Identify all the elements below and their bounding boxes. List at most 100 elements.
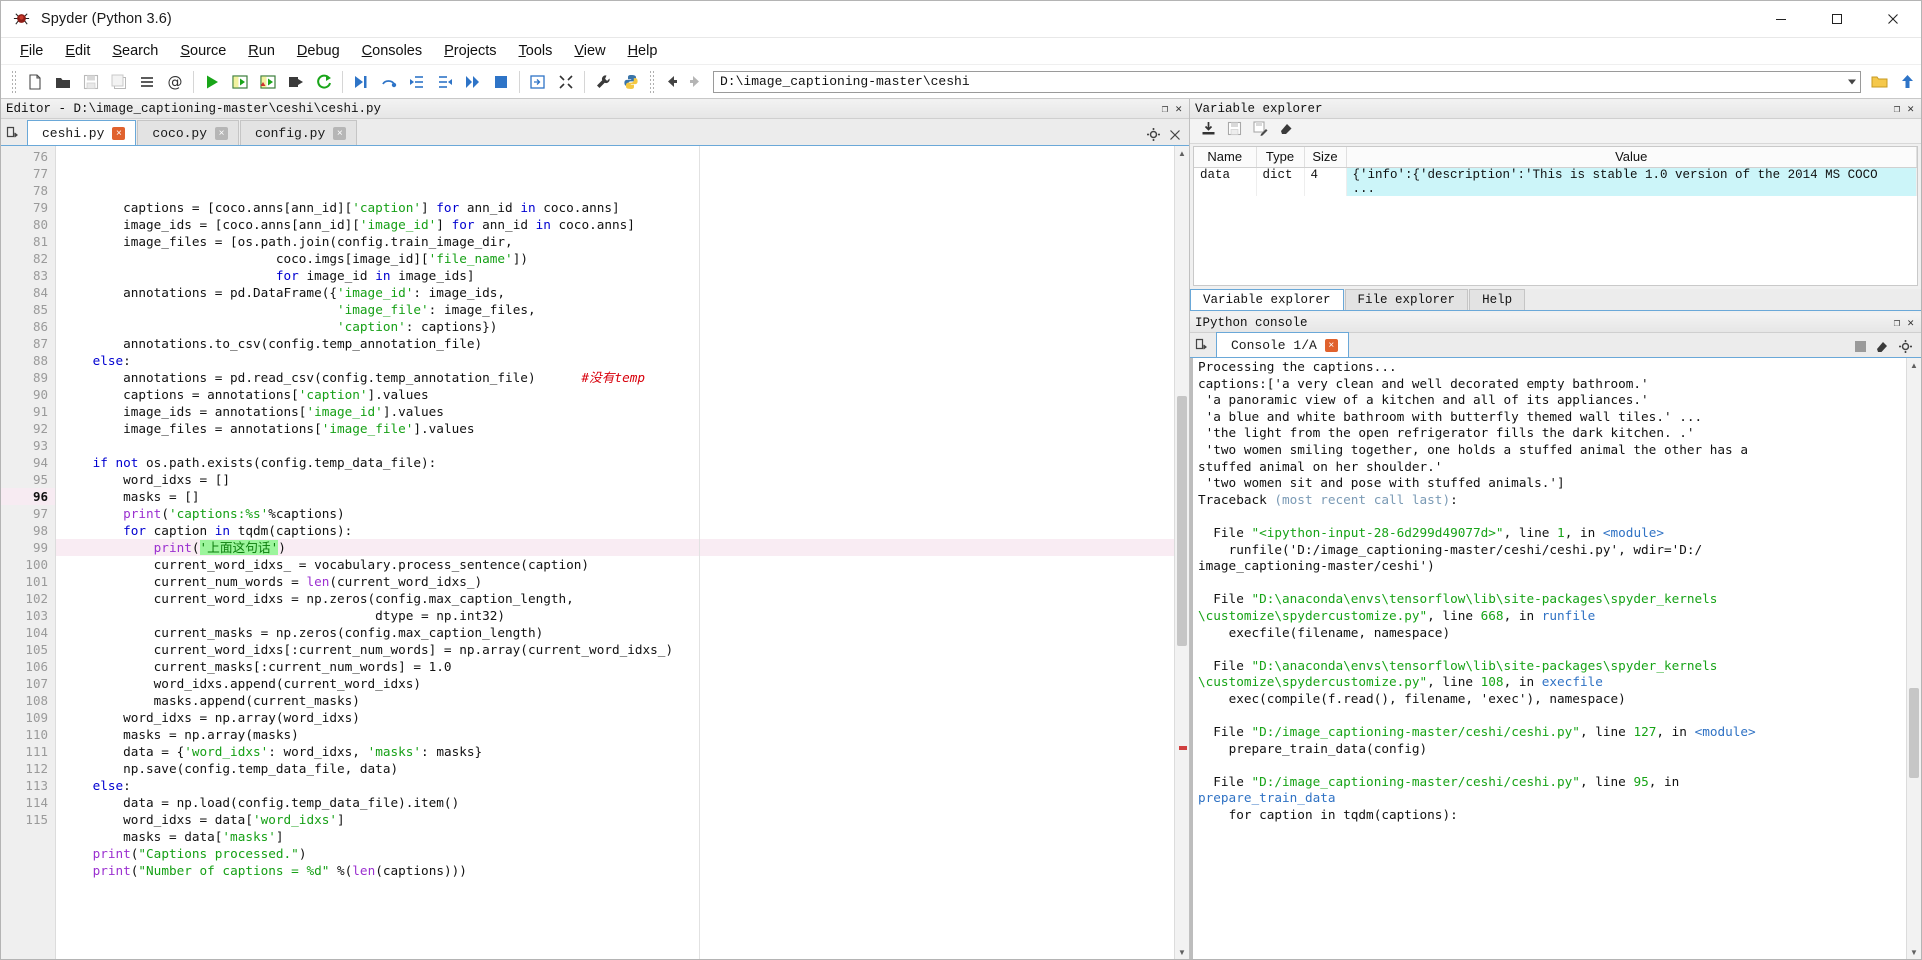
pane-tab-help[interactable]: Help — [1469, 289, 1525, 310]
console-tab[interactable]: Console 1/A× — [1216, 332, 1349, 357]
console-output-text[interactable]: Processing the captions...captions:['a v… — [1193, 358, 1906, 959]
debug-file-icon[interactable] — [348, 69, 374, 95]
editor-close-button[interactable]: ✕ — [1175, 102, 1182, 116]
ve-save-data-icon[interactable] — [1226, 120, 1243, 142]
run-selection-icon[interactable] — [283, 69, 309, 95]
step-return-icon[interactable] — [432, 69, 458, 95]
code-line[interactable]: current_masks[:current_num_words] = 1.0 — [56, 658, 1174, 675]
code-line[interactable]: image_ids = annotations['image_id'].valu… — [56, 403, 1174, 420]
code-line[interactable]: captions = [coco.anns[ann_id]['caption']… — [56, 199, 1174, 216]
chevron-down-icon[interactable] — [1848, 79, 1856, 84]
save-file-icon[interactable] — [78, 69, 104, 95]
editor-tab-coco-py[interactable]: coco.py× — [137, 120, 239, 145]
editor-scrollbar-thumb[interactable] — [1177, 396, 1187, 646]
code-line[interactable]: image_ids = [coco.anns[ann_id]['image_id… — [56, 216, 1174, 233]
menu-item-run[interactable]: Run — [237, 41, 286, 61]
code-line[interactable]: masks = np.array(masks) — [56, 726, 1174, 743]
console-tab-close-icon[interactable]: × — [1325, 339, 1338, 352]
minimize-button[interactable] — [1753, 1, 1809, 38]
editor-tabbar-close-icon[interactable] — [1169, 129, 1181, 144]
console-stop-icon[interactable] — [1854, 340, 1867, 356]
code-line[interactable]: data = {'word_idxs': word_idxs, 'masks':… — [56, 743, 1174, 760]
editor-tab-close-icon[interactable]: × — [215, 127, 228, 140]
code-line[interactable]: 'image_file': image_files, — [56, 301, 1174, 318]
code-line[interactable]: coco.imgs[image_id]['file_name']) — [56, 250, 1174, 267]
menu-item-debug[interactable]: Debug — [286, 41, 351, 61]
code-line[interactable]: masks = data['masks'] — [56, 828, 1174, 845]
code-line[interactable]: annotations.to_csv(config.temp_annotatio… — [56, 335, 1174, 352]
ve-import-data-icon[interactable] — [1200, 120, 1217, 142]
step-over-icon[interactable] — [376, 69, 402, 95]
code-line[interactable]: current_num_words = len(current_word_idx… — [56, 573, 1174, 590]
code-line[interactable]: image_files = annotations['image_file'].… — [56, 420, 1174, 437]
console-clear-icon[interactable] — [1875, 339, 1890, 357]
editor-options-gear-icon[interactable] — [1146, 127, 1161, 145]
code-line[interactable]: for image_id in image_ids] — [56, 267, 1174, 284]
code-line[interactable]: word_idxs = data['word_idxs'] — [56, 811, 1174, 828]
console-browse-tabs-icon[interactable] — [1190, 332, 1216, 357]
pane-tab-variable-explorer[interactable]: Variable explorer — [1190, 289, 1344, 310]
code-line[interactable]: current_word_idxs[:current_num_words] = … — [56, 641, 1174, 658]
open-file-icon[interactable] — [50, 69, 76, 95]
run-cell-advance-icon[interactable] — [255, 69, 281, 95]
menu-item-help[interactable]: Help — [617, 41, 669, 61]
console-scrollbar-thumb[interactable] — [1909, 688, 1919, 778]
code-line[interactable]: masks.append(current_masks) — [56, 692, 1174, 709]
code-line[interactable]: annotations = pd.DataFrame({'image_id': … — [56, 284, 1174, 301]
console-vertical-scrollbar[interactable]: ▲ ▼ — [1906, 358, 1921, 959]
code-line[interactable]: word_idxs = np.array(word_idxs) — [56, 709, 1174, 726]
run-cell-icon[interactable] — [227, 69, 253, 95]
code-line[interactable]: else: — [56, 777, 1174, 794]
editor-tab-config-py[interactable]: config.py× — [240, 120, 357, 145]
ve-save-as-icon[interactable] — [1252, 120, 1269, 142]
code-line[interactable]: word_idxs.append(current_word_idxs) — [56, 675, 1174, 692]
console-scroll-down-icon[interactable]: ▼ — [1907, 945, 1921, 959]
forward-button[interactable] — [683, 69, 707, 95]
variables-column-header[interactable]: Name — [1194, 147, 1256, 167]
code-line[interactable]: dtype = np.int32) — [56, 607, 1174, 624]
browse-directory-icon[interactable] — [1866, 69, 1892, 95]
stop-debug-icon[interactable] — [488, 69, 514, 95]
console-close-button[interactable]: ✕ — [1907, 316, 1914, 330]
menu-item-source[interactable]: Source — [169, 41, 237, 61]
console-output-area[interactable]: Processing the captions...captions:['a v… — [1190, 358, 1921, 959]
code-line[interactable]: print('上面这句话') — [56, 539, 1174, 556]
menu-item-projects[interactable]: Projects — [433, 41, 507, 61]
menu-item-view[interactable]: View — [563, 41, 616, 61]
continue-icon[interactable] — [460, 69, 486, 95]
console-undock-button[interactable]: ❐ — [1894, 316, 1901, 330]
back-button[interactable] — [659, 69, 683, 95]
code-line[interactable]: data = np.load(config.temp_data_file).it… — [56, 794, 1174, 811]
code-line[interactable]: print("Captions processed.") — [56, 845, 1174, 862]
code-line[interactable]: current_masks = np.zeros(config.max_capt… — [56, 624, 1174, 641]
code-line[interactable] — [56, 437, 1174, 454]
at-symbol-icon[interactable]: @ — [162, 69, 188, 95]
variables-column-header[interactable]: Type — [1256, 147, 1304, 167]
scroll-up-arrow-icon[interactable]: ▲ — [1175, 146, 1189, 160]
menu-item-search[interactable]: Search — [101, 41, 169, 61]
code-line[interactable]: if not os.path.exists(config.temp_data_f… — [56, 454, 1174, 471]
variables-column-header[interactable]: Size — [1304, 147, 1346, 167]
editor-vertical-scrollbar[interactable]: ▲ ▼ — [1174, 146, 1189, 959]
variable-explorer-table[interactable]: NameTypeSizeValue datadict4{'info':{'des… — [1193, 146, 1918, 286]
variables-table-row[interactable]: datadict4{'info':{'description':'This is… — [1194, 167, 1917, 196]
maximize-button[interactable] — [1809, 1, 1865, 38]
menu-item-tools[interactable]: Tools — [508, 41, 564, 61]
ve-clear-icon[interactable] — [1278, 120, 1295, 142]
code-line[interactable]: current_word_idxs = np.zeros(config.max_… — [56, 590, 1174, 607]
parent-directory-icon[interactable] — [1894, 69, 1920, 95]
pane-tab-file-explorer[interactable]: File explorer — [1345, 289, 1469, 310]
editor-tab-ceshi-py[interactable]: ceshi.py× — [27, 120, 136, 145]
code-line[interactable]: else: — [56, 352, 1174, 369]
save-all-icon[interactable] — [106, 69, 132, 95]
editor-tab-close-icon[interactable]: × — [112, 127, 125, 140]
rerun-icon[interactable] — [311, 69, 337, 95]
editor-undock-button[interactable]: ❐ — [1162, 102, 1169, 116]
code-line[interactable]: captions = annotations['caption'].values — [56, 386, 1174, 403]
preferences-wrench-icon[interactable] — [590, 69, 616, 95]
code-line[interactable]: print("Number of captions = %d" %(len(ca… — [56, 862, 1174, 879]
console-scroll-up-icon[interactable]: ▲ — [1907, 358, 1921, 372]
code-line[interactable]: annotations = pd.read_csv(config.temp_an… — [56, 369, 1174, 386]
fullscreen-icon[interactable] — [553, 69, 579, 95]
maximize-pane-icon[interactable] — [525, 69, 551, 95]
